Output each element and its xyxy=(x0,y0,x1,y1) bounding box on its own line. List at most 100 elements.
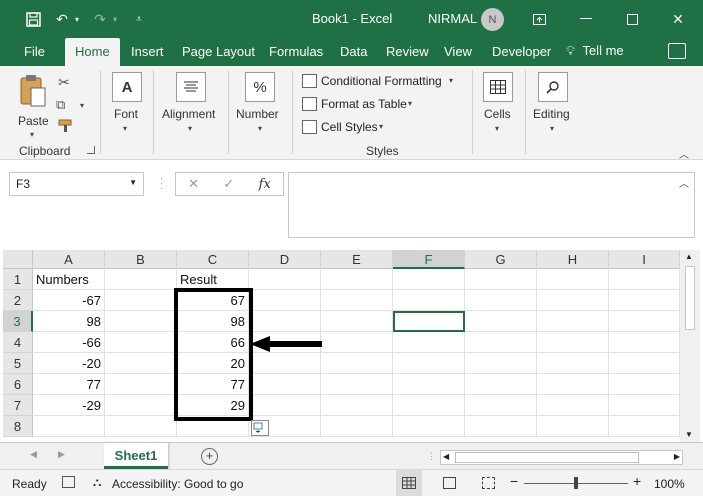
horizontal-scroll-thumb[interactable] xyxy=(455,452,639,463)
cells-button[interactable]: Cells ▾ xyxy=(480,72,516,136)
zoom-out-icon[interactable]: − xyxy=(510,473,518,489)
quick-analysis-icon[interactable] xyxy=(251,420,269,436)
column-header-a[interactable]: A xyxy=(33,250,105,269)
name-box-dropdown-icon[interactable]: ▼ xyxy=(129,178,137,187)
cell-h6[interactable] xyxy=(537,374,609,395)
cell-c2[interactable]: 67 xyxy=(177,290,249,311)
zoom-level[interactable]: 100% xyxy=(654,477,685,491)
collapse-formula-bar-icon[interactable]: ︿ xyxy=(679,175,689,190)
cell-i6[interactable] xyxy=(609,374,680,395)
cell-g1[interactable] xyxy=(465,269,537,290)
tab-home[interactable]: Home xyxy=(65,38,120,67)
tab-file[interactable]: File xyxy=(24,44,45,59)
scroll-left-icon[interactable]: ◀ xyxy=(443,452,449,461)
cell-f7[interactable] xyxy=(393,395,465,416)
copy-dropdown-icon[interactable]: ▾ xyxy=(80,101,84,110)
cell-f3[interactable] xyxy=(393,311,465,332)
cell-h3[interactable] xyxy=(537,311,609,332)
cell-h1[interactable] xyxy=(537,269,609,290)
grip-icon[interactable]: · · · xyxy=(160,174,163,194)
cell-b5[interactable] xyxy=(105,353,177,374)
cell-h4[interactable] xyxy=(537,332,609,353)
cell-h5[interactable] xyxy=(537,353,609,374)
grip-icon[interactable]: ⋮ xyxy=(427,451,436,462)
cell-d3[interactable] xyxy=(249,311,321,332)
cell-b2[interactable] xyxy=(105,290,177,311)
horizontal-scrollbar[interactable]: ◀ ▶ xyxy=(440,450,683,465)
sheet-tab-sheet1[interactable]: Sheet1 xyxy=(104,443,168,469)
sheet-prev-icon[interactable]: ◀ xyxy=(30,449,37,460)
cell-b8[interactable] xyxy=(105,416,177,437)
clipboard-launcher-icon[interactable] xyxy=(87,146,95,154)
cell-c4[interactable]: 66 xyxy=(177,332,249,353)
copy-icon[interactable]: ⧉ xyxy=(56,97,65,113)
select-all-button[interactable] xyxy=(3,250,33,269)
add-sheet-button[interactable]: + xyxy=(201,448,218,465)
cell-i2[interactable] xyxy=(609,290,680,311)
paste-button[interactable]: Paste ▾ xyxy=(16,72,52,139)
cell-d6[interactable] xyxy=(249,374,321,395)
cell-g7[interactable] xyxy=(465,395,537,416)
font-button[interactable]: A Font ▾ xyxy=(110,72,144,136)
cell-g2[interactable] xyxy=(465,290,537,311)
cell-b7[interactable] xyxy=(105,395,177,416)
cell-e5[interactable] xyxy=(321,353,393,374)
tab-developer[interactable]: Developer xyxy=(492,44,551,59)
cell-d7[interactable] xyxy=(249,395,321,416)
redo-icon[interactable]: ↷ xyxy=(90,8,110,30)
vertical-scrollbar[interactable]: ▲ ▼ xyxy=(680,250,700,442)
paste-dropdown-icon[interactable]: ▾ xyxy=(30,130,34,139)
cell-a6[interactable]: 77 xyxy=(33,374,105,395)
cell-g5[interactable] xyxy=(465,353,537,374)
scroll-right-icon[interactable]: ▶ xyxy=(674,452,680,461)
alignment-button[interactable]: Alignment ▾ xyxy=(162,72,220,136)
zoom-slider-thumb[interactable] xyxy=(574,477,578,489)
cell-h7[interactable] xyxy=(537,395,609,416)
cell-a8[interactable] xyxy=(33,416,105,437)
cell-d1[interactable] xyxy=(249,269,321,290)
formula-input[interactable]: ︿ xyxy=(288,172,695,238)
tell-me[interactable]: 💡︎ Tell me xyxy=(566,43,624,59)
accessibility-icon[interactable]: ⛬ xyxy=(93,475,101,490)
cell-styles-button[interactable]: Cell Styles ▾ xyxy=(302,118,388,136)
scroll-down-icon[interactable]: ▼ xyxy=(685,430,693,439)
customize-toolbar-icon[interactable]: ⩡ xyxy=(132,8,146,30)
cell-c7[interactable]: 29 xyxy=(177,395,249,416)
tab-insert[interactable]: Insert xyxy=(131,44,164,59)
column-header-b[interactable]: B xyxy=(105,250,177,269)
close-icon[interactable]: ✕ xyxy=(666,8,690,30)
cell-f8[interactable] xyxy=(393,416,465,437)
column-header-c[interactable]: C xyxy=(177,250,249,269)
cell-e4[interactable] xyxy=(321,332,393,353)
tab-page-layout[interactable]: Page Layout xyxy=(182,44,255,59)
column-header-i[interactable]: I xyxy=(609,250,680,269)
vertical-scroll-thumb[interactable] xyxy=(685,266,695,330)
cell-a7[interactable]: -29 xyxy=(33,395,105,416)
redo-dropdown-icon[interactable]: ▾ xyxy=(110,8,120,30)
cell-c5[interactable]: 20 xyxy=(177,353,249,374)
avatar[interactable]: N xyxy=(481,8,504,31)
cell-b4[interactable] xyxy=(105,332,177,353)
cell-h2[interactable] xyxy=(537,290,609,311)
cell-c3[interactable]: 98 xyxy=(177,311,249,332)
cell-e6[interactable] xyxy=(321,374,393,395)
cell-e2[interactable] xyxy=(321,290,393,311)
enter-icon[interactable]: ✓ xyxy=(223,176,234,192)
editing-button[interactable]: Editing ▾ xyxy=(532,72,574,136)
cell-c6[interactable]: 77 xyxy=(177,374,249,395)
cell-a2[interactable]: -67 xyxy=(33,290,105,311)
column-header-e[interactable]: E xyxy=(321,250,393,269)
cancel-icon[interactable]: ✕ xyxy=(188,176,199,192)
cell-i5[interactable] xyxy=(609,353,680,374)
row-header-8[interactable]: 8 xyxy=(3,416,33,437)
format-painter-icon[interactable] xyxy=(58,119,74,133)
cell-a5[interactable]: -20 xyxy=(33,353,105,374)
cell-b6[interactable] xyxy=(105,374,177,395)
cell-f2[interactable] xyxy=(393,290,465,311)
row-header-7[interactable]: 7 xyxy=(3,395,33,416)
row-header-3[interactable]: 3 xyxy=(3,311,33,332)
column-header-f[interactable]: F xyxy=(393,250,465,269)
cell-i8[interactable] xyxy=(609,416,680,437)
cell-b3[interactable] xyxy=(105,311,177,332)
row-header-4[interactable]: 4 xyxy=(3,332,33,353)
